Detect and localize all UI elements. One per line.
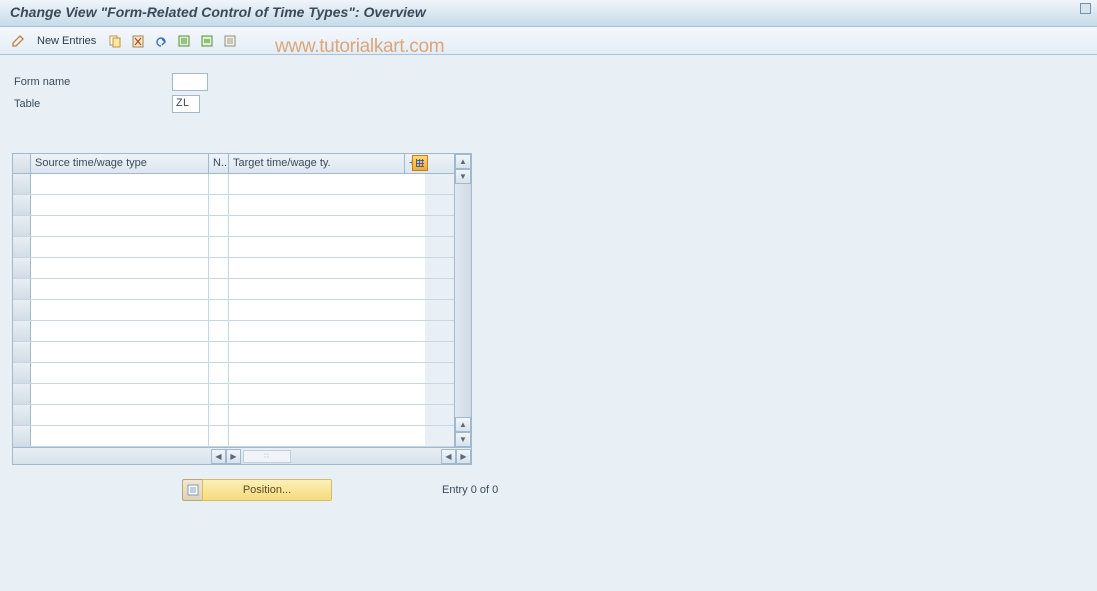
change-edit-icon[interactable] — [8, 31, 28, 51]
column-header-sign[interactable]: +/ — [405, 154, 429, 173]
row-selector[interactable] — [13, 384, 31, 404]
select-all-icon[interactable] — [174, 31, 194, 51]
table-config-icon[interactable] — [412, 155, 428, 171]
entry-count: Entry 0 of 0 — [442, 484, 498, 496]
cell[interactable] — [209, 216, 229, 236]
cell[interactable] — [229, 405, 425, 425]
cell[interactable] — [229, 300, 425, 320]
cell[interactable] — [31, 342, 209, 362]
cell[interactable] — [209, 426, 229, 446]
cell[interactable] — [229, 363, 425, 383]
cell[interactable] — [209, 279, 229, 299]
cell[interactable] — [229, 195, 425, 215]
cell[interactable] — [209, 300, 229, 320]
cell[interactable] — [229, 216, 425, 236]
row-selector[interactable] — [13, 426, 31, 446]
cell[interactable] — [31, 426, 209, 446]
vertical-scrollbar[interactable]: ▲ ▼ ▲ ▼ — [454, 154, 471, 447]
cell[interactable] — [31, 321, 209, 341]
column-header-source[interactable]: Source time/wage type — [31, 154, 209, 173]
cell[interactable] — [229, 321, 425, 341]
horizontal-scrollbar[interactable]: ◀ ▶ ∷ ◀ ▶ — [13, 447, 471, 464]
delete-icon[interactable] — [128, 31, 148, 51]
row-selector[interactable] — [13, 321, 31, 341]
page-title: Change View "Form-Related Control of Tim… — [0, 0, 1097, 27]
row-selector[interactable] — [13, 258, 31, 278]
row-selector[interactable] — [13, 300, 31, 320]
cell[interactable] — [31, 384, 209, 404]
form-name-label: Form name — [12, 76, 172, 88]
row-selector[interactable] — [13, 174, 31, 194]
cell[interactable] — [31, 195, 209, 215]
form-name-field[interactable] — [172, 73, 208, 91]
scroll-left-icon[interactable]: ◀ — [441, 449, 456, 464]
row-selector[interactable] — [13, 237, 31, 257]
position-label: Position... — [202, 479, 332, 501]
scroll-down-icon[interactable]: ▼ — [455, 169, 471, 184]
cell[interactable] — [31, 405, 209, 425]
deselect-all-icon[interactable] — [220, 31, 240, 51]
cell[interactable] — [209, 384, 229, 404]
cell[interactable] — [209, 258, 229, 278]
new-entries-button[interactable]: New Entries — [31, 33, 102, 49]
table-field[interactable] — [172, 95, 200, 113]
cell[interactable] — [31, 300, 209, 320]
row-selector[interactable] — [13, 342, 31, 362]
scroll-thumb[interactable]: ∷ — [243, 450, 291, 463]
cell[interactable] — [229, 426, 425, 446]
cell[interactable] — [209, 363, 229, 383]
cell[interactable] — [229, 258, 425, 278]
cell[interactable] — [209, 174, 229, 194]
cell[interactable] — [229, 342, 425, 362]
scroll-up-icon[interactable]: ▲ — [455, 154, 471, 169]
row-selector[interactable] — [13, 195, 31, 215]
cell[interactable] — [209, 405, 229, 425]
position-icon — [182, 479, 202, 501]
cell[interactable] — [31, 363, 209, 383]
scroll-right-icon[interactable]: ▶ — [456, 449, 471, 464]
cell[interactable] — [229, 279, 425, 299]
cell[interactable] — [31, 237, 209, 257]
undo-icon[interactable] — [151, 31, 171, 51]
cell[interactable] — [229, 237, 425, 257]
cell[interactable] — [209, 321, 229, 341]
position-button[interactable]: Position... — [182, 479, 332, 501]
table-label: Table — [12, 98, 172, 110]
row-selector[interactable] — [13, 405, 31, 425]
column-header-n[interactable]: N.. — [209, 154, 229, 173]
row-selector[interactable] — [13, 279, 31, 299]
column-header-target[interactable]: Target time/wage ty. — [229, 154, 405, 173]
cell[interactable] — [31, 174, 209, 194]
row-selector[interactable] — [13, 216, 31, 236]
toolbar: New Entries — [0, 27, 1097, 55]
cell[interactable] — [209, 237, 229, 257]
cell[interactable] — [229, 384, 425, 404]
select-block-icon[interactable] — [197, 31, 217, 51]
row-selector-header[interactable] — [13, 154, 31, 173]
copy-icon[interactable] — [105, 31, 125, 51]
scroll-up-icon[interactable]: ▲ — [455, 417, 471, 432]
cell[interactable] — [31, 216, 209, 236]
row-selector[interactable] — [13, 363, 31, 383]
cell[interactable] — [31, 279, 209, 299]
scroll-left-icon[interactable]: ◀ — [211, 449, 226, 464]
scroll-right-icon[interactable]: ▶ — [226, 449, 241, 464]
cell[interactable] — [209, 342, 229, 362]
cell[interactable] — [229, 174, 425, 194]
cell[interactable] — [209, 195, 229, 215]
data-table: Source time/wage type N.. Target time/wa… — [12, 153, 472, 465]
scroll-down-icon[interactable]: ▼ — [455, 432, 471, 447]
cell[interactable] — [31, 258, 209, 278]
